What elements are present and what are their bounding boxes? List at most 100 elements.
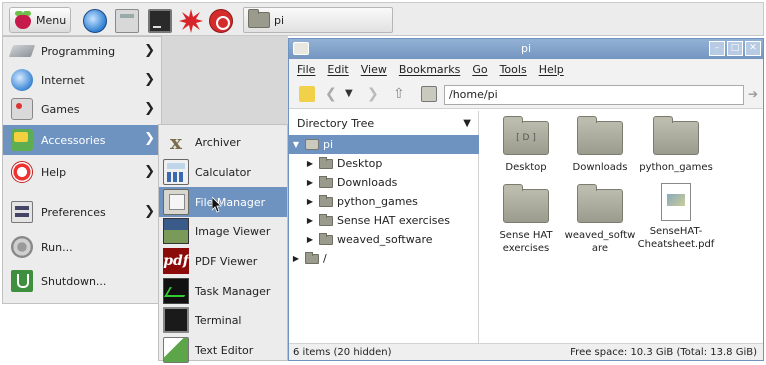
tree-item-label: Downloads xyxy=(337,176,398,189)
menu-button[interactable]: Menu xyxy=(9,7,71,33)
tree-item-label: pi xyxy=(323,138,334,151)
submenu-item-file-manager[interactable]: File Manager xyxy=(159,187,287,217)
image-viewer-icon xyxy=(163,218,189,244)
maximize-button[interactable]: □ xyxy=(727,41,743,56)
chevron-right-icon: ❯ xyxy=(144,204,155,219)
back-arrow-icon[interactable]: ❮ xyxy=(325,86,341,102)
close-button[interactable]: ✕ xyxy=(745,41,761,56)
file-item-python-games[interactable]: python_games xyxy=(636,116,716,174)
archiver-icon: x xyxy=(170,130,182,154)
menu-file[interactable]: File xyxy=(297,63,315,76)
submenu-item-label: Task Manager xyxy=(195,284,271,298)
menubar: File Edit View Bookmarks Go Tools Help xyxy=(289,59,763,79)
tree-item-root[interactable]: ▶ / xyxy=(289,249,479,268)
expander-closed-icon[interactable]: ▶ xyxy=(305,178,315,187)
pane-selector[interactable]: Directory Tree ▼ xyxy=(289,115,479,133)
file-icon-view: Desktop Downloads python_games Sense HAT… xyxy=(480,111,763,343)
games-icon xyxy=(11,98,33,120)
raspberry-pi-icon xyxy=(14,11,32,29)
submenu-item-label: Image Viewer xyxy=(195,224,271,238)
run-icon xyxy=(11,236,33,258)
submenu-item-calculator[interactable]: Calculator xyxy=(159,157,287,187)
home-folder-icon xyxy=(305,139,319,150)
new-tab-icon[interactable] xyxy=(299,86,315,102)
accessories-icon xyxy=(11,129,33,151)
chevron-right-icon: ❯ xyxy=(144,164,155,179)
menu-edit[interactable]: Edit xyxy=(327,63,348,76)
menu-item-accessories[interactable]: Accessories ❯ xyxy=(3,125,161,155)
submenu-item-label: File Manager xyxy=(195,195,266,209)
shutdown-icon xyxy=(11,270,33,292)
menu-item-label: Internet xyxy=(41,73,85,87)
submenu-item-label: Archiver xyxy=(195,135,241,149)
toolbar: ❮ ▼ ❯ ⇧ /home/pi ➔ xyxy=(289,79,763,109)
chevron-right-icon: ❯ xyxy=(144,101,155,116)
desktop-folder-icon xyxy=(503,116,549,155)
up-arrow-icon[interactable]: ⇧ xyxy=(393,86,409,102)
tree-item-weaved-software[interactable]: ▶ weaved_software xyxy=(289,230,479,249)
menu-view[interactable]: View xyxy=(361,63,387,76)
minimize-button[interactable]: – xyxy=(709,41,725,56)
file-item-sensehat-cheatsheet[interactable]: SenseHAT- Cheatsheet.pdf xyxy=(636,183,716,251)
expander-closed-icon[interactable]: ▶ xyxy=(305,159,315,168)
folder-icon xyxy=(248,9,270,28)
terminal-icon[interactable] xyxy=(148,9,172,33)
menu-bookmarks[interactable]: Bookmarks xyxy=(399,63,460,76)
submenu-item-image-viewer[interactable]: Image Viewer xyxy=(159,216,287,246)
web-browser-icon[interactable] xyxy=(83,9,107,33)
tree-item-label: / xyxy=(323,252,327,265)
submenu-item-archiver[interactable]: x Archiver xyxy=(159,127,287,157)
menu-item-preferences[interactable]: Preferences ❯ xyxy=(3,198,161,226)
menu-item-programming[interactable]: Programming ❯ xyxy=(3,37,161,65)
taskbar-window-button[interactable]: pi xyxy=(243,7,393,33)
expander-closed-icon[interactable]: ▶ xyxy=(305,216,315,225)
pdf-document-icon xyxy=(661,183,691,221)
path-input[interactable]: /home/pi xyxy=(444,85,744,105)
file-item-desktop[interactable]: Desktop xyxy=(486,116,566,174)
menu-item-shutdown[interactable]: Shutdown... xyxy=(3,267,161,295)
file-item-sense-hat-exercises[interactable]: Sense HAT exercises xyxy=(486,184,566,255)
terminal-icon xyxy=(163,307,189,333)
tree-item-sense-hat-exercises[interactable]: ▶ Sense HAT exercises xyxy=(289,211,479,230)
item-count: 6 items (20 hidden) xyxy=(293,347,392,358)
menu-go[interactable]: Go xyxy=(472,63,487,76)
tree-item-desktop[interactable]: ▶ Desktop xyxy=(289,154,479,173)
submenu-item-task-manager[interactable]: Task Manager xyxy=(159,276,287,306)
tree-item-label: Sense HAT exercises xyxy=(337,214,451,227)
calculator-icon[interactable] xyxy=(115,9,139,33)
folder-icon xyxy=(319,194,333,207)
expander-closed-icon[interactable]: ▶ xyxy=(305,197,315,206)
submenu-item-pdf-viewer[interactable]: pdf PDF Viewer xyxy=(159,246,287,276)
window-icon xyxy=(293,42,309,55)
tree-item-pi[interactable]: ▼ pi xyxy=(289,135,479,154)
menu-help[interactable]: Help xyxy=(539,63,564,76)
expander-open-icon[interactable]: ▼ xyxy=(291,140,301,149)
submenu-item-terminal[interactable]: Terminal xyxy=(159,305,287,335)
menu-item-run[interactable]: Run... xyxy=(3,233,161,261)
history-dropdown-icon[interactable]: ▼ xyxy=(345,86,361,102)
mathematica-icon[interactable] xyxy=(209,9,233,33)
text-editor-icon xyxy=(163,337,189,363)
window-titlebar[interactable]: pi – □ ✕ xyxy=(289,39,763,59)
home-icon[interactable] xyxy=(421,86,437,102)
forward-arrow-icon[interactable]: ❯ xyxy=(367,86,383,102)
expander-closed-icon[interactable]: ▶ xyxy=(305,235,315,244)
file-item-downloads[interactable]: Downloads xyxy=(560,116,640,174)
menu-item-help[interactable]: Help ❯ xyxy=(3,158,161,186)
wolfram-star-icon[interactable] xyxy=(178,8,204,34)
file-item-label: Downloads xyxy=(572,162,628,173)
tree-item-python-games[interactable]: ▶ python_games xyxy=(289,192,479,211)
expander-closed-icon[interactable]: ▶ xyxy=(291,254,301,263)
menu-item-internet[interactable]: Internet ❯ xyxy=(3,66,161,94)
file-item-label: Desktop xyxy=(505,162,547,173)
go-icon[interactable]: ➔ xyxy=(748,86,762,102)
menu-item-games[interactable]: Games ❯ xyxy=(3,95,161,123)
folder-icon xyxy=(577,184,623,223)
menu-tools[interactable]: Tools xyxy=(500,63,527,76)
chevron-right-icon: ❯ xyxy=(144,43,155,58)
tree-item-downloads[interactable]: ▶ Downloads xyxy=(289,173,479,192)
file-item-weaved-software[interactable]: weaved_softw are xyxy=(560,184,640,255)
folder-icon xyxy=(653,116,699,155)
tree-item-label: python_games xyxy=(337,195,418,208)
menu-item-label: Accessories xyxy=(41,133,106,147)
